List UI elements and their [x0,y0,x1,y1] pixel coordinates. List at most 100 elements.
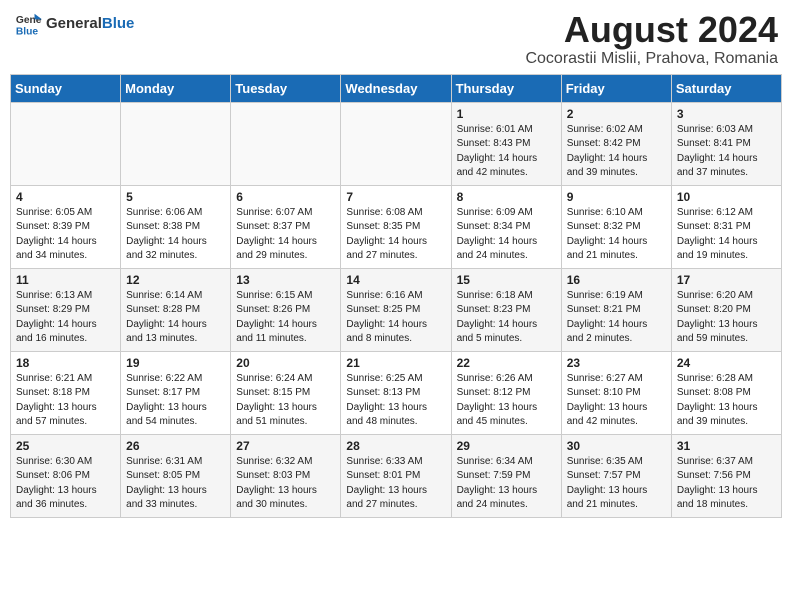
day-info: Sunrise: 6:34 AM Sunset: 7:59 PM Dayligh… [457,455,556,513]
day-number: 15 [457,273,556,287]
page-header: General Blue GeneralBlue August 2024 Coc… [10,10,782,68]
weekday-header-friday: Friday [561,74,671,102]
day-info: Sunrise: 6:33 AM Sunset: 8:01 PM Dayligh… [346,455,445,513]
calendar-subtitle: Cocorastii Mislii, Prahova, Romania [525,50,778,68]
day-info: Sunrise: 6:18 AM Sunset: 8:23 PM Dayligh… [457,289,556,347]
logo-general: General [46,15,102,32]
day-cell: 6 Sunrise: 6:07 AM Sunset: 8:37 PM Daylig… [231,185,341,268]
day-number: 13 [236,273,335,287]
day-number: 2 [567,107,666,121]
day-cell: 15 Sunrise: 6:18 AM Sunset: 8:23 PM Dayli… [451,268,561,351]
day-cell: 20 Sunrise: 6:24 AM Sunset: 8:15 PM Dayli… [231,351,341,434]
day-cell: 17 Sunrise: 6:20 AM Sunset: 8:20 PM Dayli… [671,268,781,351]
day-cell: 30Sunrise: 6:35 AM Sunset: 7:57 PM Dayli… [561,434,671,517]
day-cell: 29Sunrise: 6:34 AM Sunset: 7:59 PM Dayli… [451,434,561,517]
day-info: Sunrise: 6:19 AM Sunset: 8:21 PM Dayligh… [567,289,666,347]
weekday-header-wednesday: Wednesday [341,74,451,102]
day-cell: 24Sunrise: 6:28 AM Sunset: 8:08 PM Dayli… [671,351,781,434]
day-cell: 31Sunrise: 6:37 AM Sunset: 7:56 PM Dayli… [671,434,781,517]
day-cell: 23Sunrise: 6:27 AM Sunset: 8:10 PM Dayli… [561,351,671,434]
day-info: Sunrise: 6:24 AM Sunset: 8:15 PM Dayligh… [236,372,335,430]
weekday-header-sunday: Sunday [11,74,121,102]
day-info: Sunrise: 6:14 AM Sunset: 8:28 PM Dayligh… [126,289,225,347]
day-cell: 13 Sunrise: 6:15 AM Sunset: 8:26 PM Dayli… [231,268,341,351]
day-cell: 9Sunrise: 6:10 AM Sunset: 8:32 PM Daylig… [561,185,671,268]
day-number: 17 [677,273,776,287]
day-info: Sunrise: 6:22 AM Sunset: 8:17 PM Dayligh… [126,372,225,430]
day-number: 31 [677,439,776,453]
day-number: 7 [346,190,445,204]
day-number: 18 [16,356,115,370]
day-info: Sunrise: 6:15 AM Sunset: 8:26 PM Dayligh… [236,289,335,347]
day-number: 14 [346,273,445,287]
day-cell: 18Sunrise: 6:21 AM Sunset: 8:18 PM Dayli… [11,351,121,434]
day-info: Sunrise: 6:26 AM Sunset: 8:12 PM Dayligh… [457,372,556,430]
day-cell [11,102,121,185]
day-number: 12 [126,273,225,287]
day-cell: 28 Sunrise: 6:33 AM Sunset: 8:01 PM Dayli… [341,434,451,517]
day-number: 8 [457,190,556,204]
day-info: Sunrise: 6:05 AM Sunset: 8:39 PM Dayligh… [16,206,115,264]
day-number: 1 [457,107,556,121]
svg-text:Blue: Blue [16,26,39,37]
weekday-header-saturday: Saturday [671,74,781,102]
calendar-title: August 2024 [525,10,778,50]
day-number: 19 [126,356,225,370]
day-info: Sunrise: 6:20 AM Sunset: 8:20 PM Dayligh… [677,289,776,347]
day-number: 10 [677,190,776,204]
week-row-2: 4 Sunrise: 6:05 AM Sunset: 8:39 PM Daylig… [11,185,782,268]
week-row-1: 1Sunrise: 6:01 AM Sunset: 8:43 PM Daylig… [11,102,782,185]
weekday-header-monday: Monday [121,74,231,102]
day-cell: 27Sunrise: 6:32 AM Sunset: 8:03 PM Dayli… [231,434,341,517]
day-number: 3 [677,107,776,121]
day-cell: 25 Sunrise: 6:30 AM Sunset: 8:06 PM Dayli… [11,434,121,517]
title-block: August 2024 Cocorastii Mislii, Prahova, … [525,10,778,68]
day-number: 21 [346,356,445,370]
day-number: 24 [677,356,776,370]
week-row-5: 25 Sunrise: 6:30 AM Sunset: 8:06 PM Dayli… [11,434,782,517]
day-cell: 7Sunrise: 6:08 AM Sunset: 8:35 PM Daylig… [341,185,451,268]
day-info: Sunrise: 6:32 AM Sunset: 8:03 PM Dayligh… [236,455,335,513]
day-info: Sunrise: 6:06 AM Sunset: 8:38 PM Dayligh… [126,206,225,264]
day-number: 5 [126,190,225,204]
calendar-table: SundayMondayTuesdayWednesdayThursdayFrid… [10,74,782,518]
day-number: 16 [567,273,666,287]
day-cell: 2 Sunrise: 6:02 AM Sunset: 8:42 PM Daylig… [561,102,671,185]
day-cell [231,102,341,185]
day-cell [341,102,451,185]
day-number: 26 [126,439,225,453]
day-cell: 8 Sunrise: 6:09 AM Sunset: 8:34 PM Daylig… [451,185,561,268]
day-cell: 1Sunrise: 6:01 AM Sunset: 8:43 PM Daylig… [451,102,561,185]
day-cell: 3 Sunrise: 6:03 AM Sunset: 8:41 PM Daylig… [671,102,781,185]
day-cell: 22 Sunrise: 6:26 AM Sunset: 8:12 PM Dayli… [451,351,561,434]
day-number: 20 [236,356,335,370]
day-cell: 19 Sunrise: 6:22 AM Sunset: 8:17 PM Dayli… [121,351,231,434]
logo-blue: Blue [102,15,135,32]
day-info: Sunrise: 6:35 AM Sunset: 7:57 PM Dayligh… [567,455,666,513]
day-info: Sunrise: 6:31 AM Sunset: 8:05 PM Dayligh… [126,455,225,513]
day-cell [121,102,231,185]
day-number: 28 [346,439,445,453]
week-row-3: 11Sunrise: 6:13 AM Sunset: 8:29 PM Dayli… [11,268,782,351]
day-info: Sunrise: 6:09 AM Sunset: 8:34 PM Dayligh… [457,206,556,264]
day-number: 25 [16,439,115,453]
day-info: Sunrise: 6:30 AM Sunset: 8:06 PM Dayligh… [16,455,115,513]
day-cell: 5 Sunrise: 6:06 AM Sunset: 8:38 PM Daylig… [121,185,231,268]
weekday-header-thursday: Thursday [451,74,561,102]
day-number: 22 [457,356,556,370]
day-cell: 4 Sunrise: 6:05 AM Sunset: 8:39 PM Daylig… [11,185,121,268]
day-info: Sunrise: 6:25 AM Sunset: 8:13 PM Dayligh… [346,372,445,430]
day-number: 9 [567,190,666,204]
day-number: 23 [567,356,666,370]
weekday-header-row: SundayMondayTuesdayWednesdayThursdayFrid… [11,74,782,102]
day-number: 6 [236,190,335,204]
day-number: 11 [16,273,115,287]
weekday-header-tuesday: Tuesday [231,74,341,102]
day-info: Sunrise: 6:07 AM Sunset: 8:37 PM Dayligh… [236,206,335,264]
day-info: Sunrise: 6:02 AM Sunset: 8:42 PM Dayligh… [567,123,666,181]
logo-icon: General Blue [14,10,42,38]
logo: General Blue GeneralBlue [14,10,134,38]
day-number: 4 [16,190,115,204]
week-row-4: 18Sunrise: 6:21 AM Sunset: 8:18 PM Dayli… [11,351,782,434]
day-info: Sunrise: 6:03 AM Sunset: 8:41 PM Dayligh… [677,123,776,181]
